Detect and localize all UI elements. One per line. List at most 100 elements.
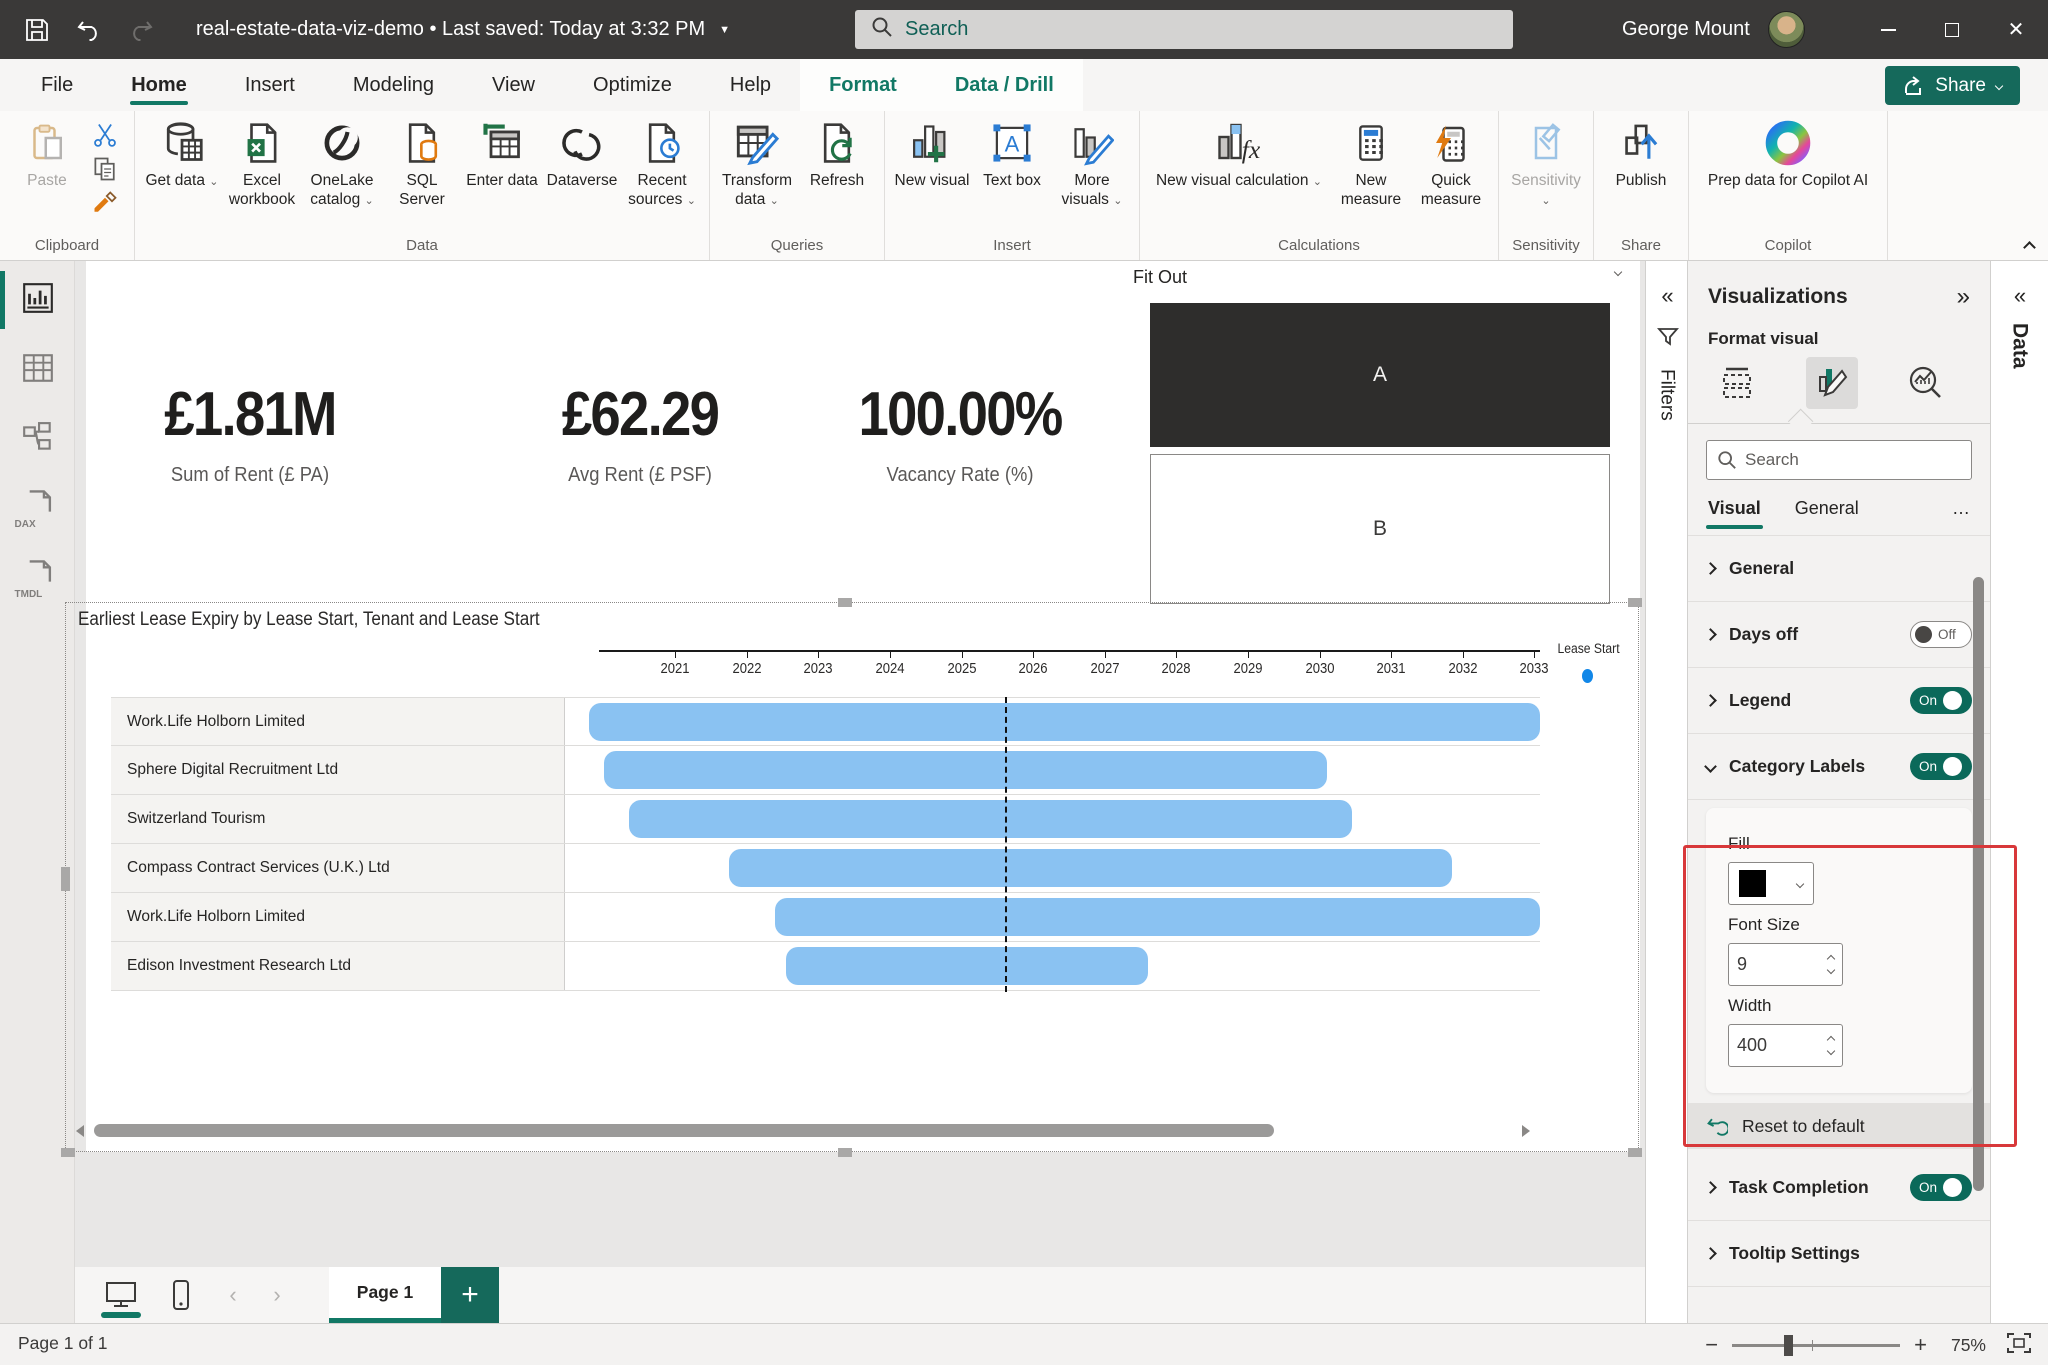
fit-to-page-icon[interactable] [2006, 1332, 2032, 1359]
zoom-slider[interactable] [1732, 1334, 1901, 1356]
filters-panel-label[interactable]: Filters [1656, 369, 1678, 421]
format-search-box[interactable] [1706, 440, 1972, 480]
lease-bar[interactable] [589, 703, 1540, 741]
publish-button[interactable]: Publish [1602, 117, 1680, 190]
more-options-icon[interactable]: … [1952, 498, 1970, 529]
save-icon[interactable] [22, 15, 52, 45]
report-canvas[interactable]: £1.81M Sum of Rent (£ PA) £62.29 Avg Rent (… [61, 261, 1645, 1267]
paste-button[interactable]: Paste [8, 117, 86, 190]
tab-general[interactable]: General [1795, 498, 1859, 529]
excel-workbook-button[interactable]: Excel workbook [223, 117, 301, 210]
gantt-horizontal-scrollbar[interactable] [74, 1121, 1534, 1141]
collapse-ribbon-icon[interactable] [2023, 241, 2036, 254]
width-input[interactable] [1737, 1035, 1807, 1056]
ribbon-tab-optimize[interactable]: Optimize [564, 59, 701, 111]
ribbon-tab-modeling[interactable]: Modeling [324, 59, 463, 111]
task-completion-toggle[interactable]: On [1910, 1174, 1972, 1201]
global-search[interactable] [855, 10, 1513, 49]
lease-bar[interactable] [628, 800, 1352, 838]
analytics-tab-icon[interactable] [1900, 357, 1952, 409]
format-section-category-labels[interactable]: Category Labels On [1688, 734, 1990, 800]
fill-color-dropdown[interactable] [1728, 862, 1814, 905]
fit-out-option-a[interactable]: A [1150, 303, 1610, 447]
expand-data-icon[interactable]: « [1991, 283, 2048, 309]
format-section-tooltip-settings[interactable]: Tooltip Settings [1688, 1221, 1990, 1287]
close-button[interactable]: ✕ [1984, 0, 2048, 59]
build-visual-tab-icon[interactable] [1712, 357, 1764, 409]
legend-toggle[interactable]: On [1910, 687, 1972, 714]
format-search-input[interactable] [1745, 450, 1945, 470]
next-page-icon[interactable]: › [255, 1267, 299, 1323]
days-off-toggle[interactable]: Off [1910, 621, 1972, 648]
category-labels-toggle[interactable]: On [1910, 753, 1972, 780]
ribbon-tab-file[interactable]: File [12, 59, 102, 111]
recent-sources-button[interactable]: Recent sources ⌄ [623, 117, 701, 210]
resize-handle-top[interactable] [838, 598, 852, 607]
transform-data-button[interactable]: Transform data ⌄ [718, 117, 796, 210]
scroll-right-icon[interactable] [1522, 1125, 1530, 1137]
format-section-general[interactable]: General [1688, 536, 1990, 602]
font-size-input[interactable] [1737, 954, 1807, 975]
gantt-row[interactable]: Switzerland Tourism [111, 795, 1540, 844]
mobile-layout-icon[interactable] [151, 1267, 211, 1323]
get-data-button[interactable]: Get data ⌄ [143, 117, 221, 190]
format-section-task-completion[interactable]: Task Completion On [1688, 1155, 1990, 1221]
zoom-slider-handle[interactable] [1784, 1334, 1794, 1356]
decrement-icon[interactable] [1826, 1046, 1836, 1056]
ribbon-tab-data-drill[interactable]: Data / Drill [925, 59, 1083, 111]
format-visual-tab-icon[interactable] [1806, 357, 1858, 409]
sensitivity-button[interactable]: Sensitivity ⌄ [1507, 117, 1585, 210]
sidebar-item-dax-query-view[interactable]: DAX [0, 479, 75, 541]
resize-handle-left[interactable] [61, 867, 70, 891]
ribbon-tab-insert[interactable]: Insert [216, 59, 324, 111]
expand-filters-icon[interactable]: « [1646, 283, 1689, 309]
tab-visual[interactable]: Visual [1706, 498, 1763, 529]
kpi-card[interactable]: £1.81M Sum of Rent (£ PA) [40, 379, 460, 487]
resize-handle-bottom-left[interactable] [61, 1148, 75, 1157]
sidebar-item-report-view[interactable] [0, 269, 75, 331]
search-input[interactable] [905, 18, 1445, 41]
format-section-days-off[interactable]: Days off Off [1688, 602, 1990, 668]
user-avatar[interactable] [1767, 11, 1805, 48]
zoom-in-icon[interactable]: + [1914, 1332, 1927, 1358]
lease-bar[interactable] [728, 849, 1452, 887]
resize-handle-top-right[interactable] [1628, 598, 1642, 607]
dataverse-button[interactable]: Dataverse [543, 117, 621, 190]
format-painter-icon[interactable] [90, 189, 120, 217]
new-visual-button[interactable]: New visual [893, 117, 971, 190]
scroll-left-icon[interactable] [76, 1125, 84, 1137]
resize-handle-bottom[interactable] [838, 1148, 852, 1157]
filter-funnel-icon[interactable] [1646, 325, 1689, 355]
ribbon-tab-home[interactable]: Home [102, 59, 216, 111]
enter-data-button[interactable]: Enter data [463, 117, 541, 190]
onelake-catalog-button[interactable]: OneLake catalog ⌄ [303, 117, 381, 210]
reset-to-default-button[interactable]: Reset to default [1688, 1103, 1990, 1149]
redo-icon[interactable] [126, 15, 156, 45]
scrollbar-thumb[interactable] [94, 1124, 1274, 1137]
desktop-layout-icon[interactable] [91, 1267, 151, 1323]
gantt-row[interactable]: Work.Life Holborn Limited [111, 893, 1540, 942]
decrement-icon[interactable] [1826, 965, 1836, 975]
gantt-row[interactable]: Edison Investment Research Ltd [111, 942, 1540, 991]
font-size-stepper[interactable] [1728, 943, 1843, 986]
panel-scrollbar[interactable] [1973, 577, 1984, 1191]
format-section-legend[interactable]: Legend On [1688, 668, 1990, 734]
lease-bar[interactable] [775, 898, 1540, 936]
title-dropdown-caret-icon[interactable]: ▼ [719, 24, 730, 36]
width-stepper[interactable] [1728, 1024, 1843, 1067]
account-area[interactable]: George Mount [1622, 0, 1805, 59]
text-box-button[interactable]: A Text box [973, 117, 1051, 190]
increment-icon[interactable] [1826, 1035, 1836, 1045]
lease-bar[interactable] [603, 751, 1327, 789]
ribbon-tab-format[interactable]: Format [800, 59, 926, 111]
minimize-button[interactable] [1856, 0, 1920, 59]
collapse-visualizations-icon[interactable]: » [1957, 283, 1970, 311]
ribbon-tab-view[interactable]: View [463, 59, 564, 111]
copy-icon[interactable] [90, 155, 120, 183]
page-tab[interactable]: Page 1 [329, 1267, 441, 1323]
kpi-card[interactable]: 100.00% Vacancy Rate (%) [750, 379, 1170, 487]
previous-page-icon[interactable]: ‹ [211, 1267, 255, 1323]
gantt-visual[interactable]: Earliest Lease Expiry by Lease Start, Te… [65, 602, 1639, 1152]
zoom-out-icon[interactable]: − [1705, 1332, 1718, 1358]
fit-out-option-b[interactable]: B [1150, 454, 1610, 604]
